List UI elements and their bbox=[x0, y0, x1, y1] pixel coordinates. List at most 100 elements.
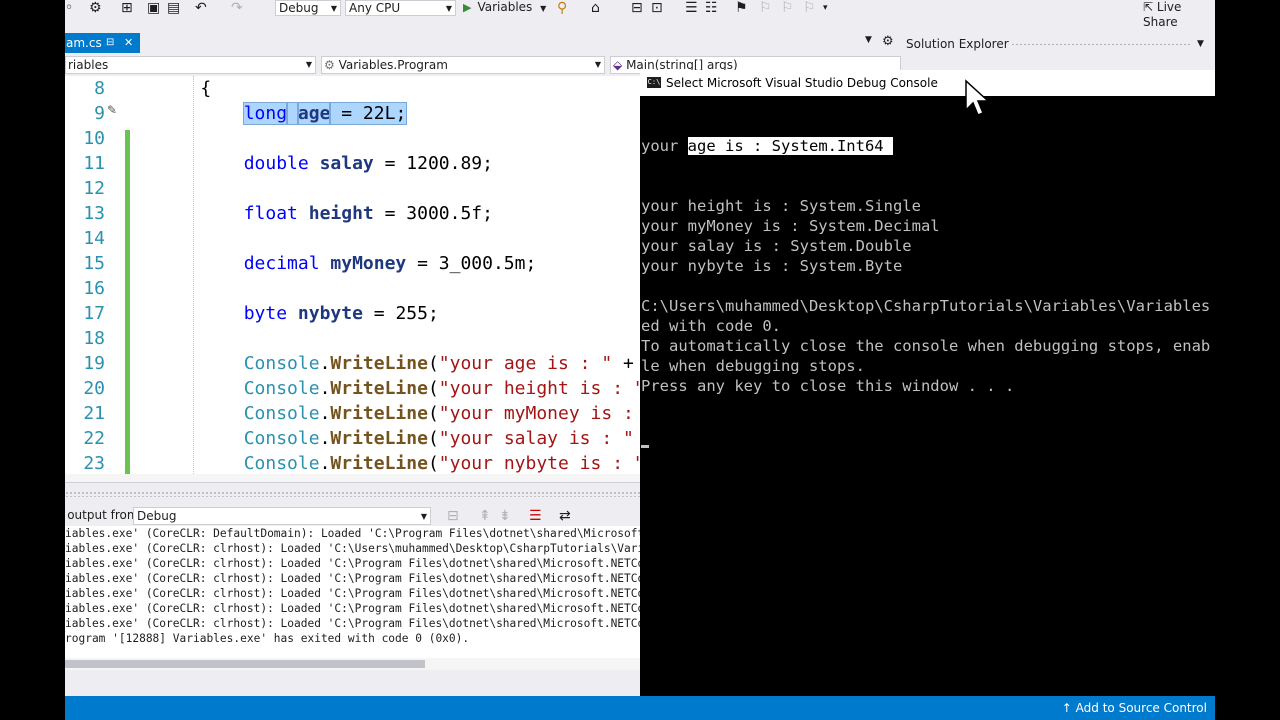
browser-link-icon[interactable]: ⌂ bbox=[591, 1, 600, 15]
undo-icon[interactable]: ↶ bbox=[195, 1, 207, 15]
code-token: ( bbox=[427, 453, 439, 474]
comment-icon[interactable]: ☰ bbox=[685, 1, 698, 15]
visual-studio-window: ◦ ⚙ ⊞ ▣ ▤ ↶ ↷ Debug ▼ Any CPU ▼ ▶ Variabl… bbox=[65, 0, 1215, 720]
code-token: = 1200.89; bbox=[373, 153, 493, 174]
solution-configuration-select[interactable]: Debug ▼ bbox=[275, 0, 341, 16]
code-token: ( bbox=[427, 353, 439, 374]
close-icon[interactable]: ✕ bbox=[124, 33, 133, 53]
bookmark-icon[interactable]: ⚑ bbox=[735, 1, 748, 15]
output-source-label: Show output from: bbox=[65, 508, 143, 522]
code-token: byte bbox=[243, 303, 288, 324]
new-project-icon[interactable]: ⚙ bbox=[89, 1, 102, 15]
tab-list-dropdown-icon[interactable]: ▼ bbox=[865, 35, 872, 45]
code-token: ( bbox=[427, 378, 439, 399]
console-line: your height is : System.Single bbox=[641, 197, 921, 215]
back-icon[interactable]: ◦ bbox=[65, 1, 73, 15]
line-number: 19 bbox=[83, 353, 105, 374]
status-bar: ↑ Add to Source Control bbox=[65, 696, 1215, 720]
gear-icon[interactable]: ⚙ bbox=[882, 34, 894, 49]
find-message-icon[interactable]: ⊟ bbox=[447, 509, 459, 523]
next-bookmark-icon[interactable]: ⚐ bbox=[781, 1, 794, 15]
pin-icon[interactable]: ⊟ bbox=[106, 33, 114, 53]
code-line: { bbox=[157, 76, 211, 101]
code-line: double salay = 1200.89; bbox=[157, 151, 493, 176]
console-line: To automatically close the console when … bbox=[641, 337, 1211, 355]
type-value: Variables.Program bbox=[338, 58, 448, 72]
prev-bookmark-icon[interactable]: ⚐ bbox=[759, 1, 772, 15]
code-token: + bbox=[612, 353, 634, 374]
console-title-bar[interactable]: C:\ Select Microsoft Visual Studio Debug… bbox=[640, 70, 1215, 96]
code-line: Console.WriteLine("your myMoney is : bbox=[157, 401, 634, 426]
output-line: iables.exe' (CoreCLR: DefaultDomain): Lo… bbox=[65, 527, 641, 540]
save-icon[interactable]: ▣ bbox=[147, 1, 160, 15]
code-token: myMoney bbox=[330, 253, 407, 274]
console-output: your age is : System.Int64 your height i… bbox=[641, 96, 1215, 496]
find-icon[interactable]: ⚲ bbox=[557, 1, 567, 15]
code-token: "your myMoney is : bbox=[438, 403, 634, 424]
code-token: Console bbox=[243, 378, 320, 399]
line-number: 14 bbox=[83, 228, 105, 249]
code-token: WriteLine bbox=[330, 453, 428, 474]
chevron-down-icon: ▼ bbox=[540, 4, 547, 13]
code-token: = 3000.5f; bbox=[373, 203, 493, 224]
next-message-icon[interactable]: ⇟ bbox=[499, 509, 511, 523]
uncomment-icon[interactable]: ☷ bbox=[705, 1, 718, 15]
code-token: ( bbox=[427, 403, 439, 424]
output-line: iables.exe' (CoreCLR: clrhost): Loaded '… bbox=[65, 542, 641, 555]
live-share-button[interactable]: ⇱ Live Share bbox=[1143, 0, 1215, 30]
main-toolbar: ◦ ⚙ ⊞ ▣ ▤ ↶ ↷ Debug ▼ Any CPU ▼ ▶ Variabl… bbox=[65, 0, 1215, 30]
output-source-select[interactable]: Debug ▼ bbox=[133, 507, 431, 525]
left-letterbox bbox=[0, 0, 65, 720]
code-line: float height = 3000.5f; bbox=[157, 201, 493, 226]
clear-all-icon[interactable]: ☰ bbox=[529, 509, 542, 523]
chevron-down-icon: ▼ bbox=[445, 4, 452, 13]
debug-console-window[interactable]: C:\ Select Microsoft Visual Studio Debug… bbox=[640, 70, 1215, 696]
code-editor[interactable]: ✎ 8 9 10 11 12 13 14 15 16 17 18 19 20 21 22 23 { long … bbox=[65, 76, 641, 474]
editor-horizontal-scrollbar[interactable] bbox=[65, 474, 641, 482]
format-icon[interactable]: ⊟ bbox=[631, 1, 643, 15]
start-debugging-button[interactable]: ▶ Variables ▼ bbox=[463, 0, 546, 16]
console-line: C:\Users\muhammed\Desktop\CsharpTutorial… bbox=[641, 297, 1211, 315]
code-token: age bbox=[296, 102, 332, 125]
word-wrap-icon[interactable]: ⇄ bbox=[559, 509, 571, 523]
save-all-icon[interactable]: ▤ bbox=[167, 1, 180, 15]
add-to-source-control-button[interactable]: ↑ Add to Source Control bbox=[1062, 696, 1207, 720]
code-token: . bbox=[319, 353, 331, 374]
open-folder-icon[interactable]: ⊞ bbox=[121, 1, 133, 15]
layout-icon[interactable]: ⊡ bbox=[651, 1, 663, 15]
code-token: long bbox=[242, 102, 289, 125]
project-dropdown[interactable]: riables ▼ bbox=[65, 56, 316, 74]
type-dropdown[interactable]: ⚙ Variables.Program ▼ bbox=[321, 56, 605, 74]
pencil-icon: ✎ bbox=[107, 103, 118, 117]
tab-program-cs[interactable]: am.cs ⊟ ✕ bbox=[65, 33, 140, 53]
output-text: iables.exe' (CoreCLR: DefaultDomain): Lo… bbox=[65, 526, 641, 658]
code-token: . bbox=[319, 403, 331, 424]
output-horizontal-scrollbar[interactable] bbox=[65, 658, 641, 670]
chevron-down-icon[interactable]: ▼ bbox=[1197, 33, 1204, 55]
line-number: 17 bbox=[83, 303, 105, 324]
console-line: your age is : System.Int64 bbox=[641, 136, 1215, 156]
output-line: iables.exe' (CoreCLR: clrhost): Loaded '… bbox=[65, 617, 641, 630]
output-source-value: Debug bbox=[137, 509, 177, 523]
toolbar-overflow-icon[interactable]: ▾ bbox=[823, 1, 828, 15]
line-number: 20 bbox=[83, 378, 105, 399]
console-selection: age is : System.Int64 bbox=[687, 137, 893, 155]
solution-platform-select[interactable]: Any CPU ▼ bbox=[345, 0, 456, 16]
clear-bookmarks-icon[interactable]: ⚐ bbox=[803, 1, 816, 15]
change-tracking-bar bbox=[125, 130, 130, 474]
prev-message-icon[interactable]: ⇞ bbox=[479, 509, 491, 523]
console-line: your myMoney is : System.Decimal bbox=[641, 217, 940, 235]
scrollbar-thumb[interactable] bbox=[65, 660, 425, 668]
console-line: le when debugging stops. bbox=[641, 357, 865, 375]
redo-icon[interactable]: ↷ bbox=[231, 1, 243, 15]
code-token: "your salay is : " bbox=[438, 428, 634, 449]
console-title: Select Microsoft Visual Studio Debug Con… bbox=[666, 76, 938, 90]
output-line: iables.exe' (CoreCLR: clrhost): Loaded '… bbox=[65, 602, 641, 615]
